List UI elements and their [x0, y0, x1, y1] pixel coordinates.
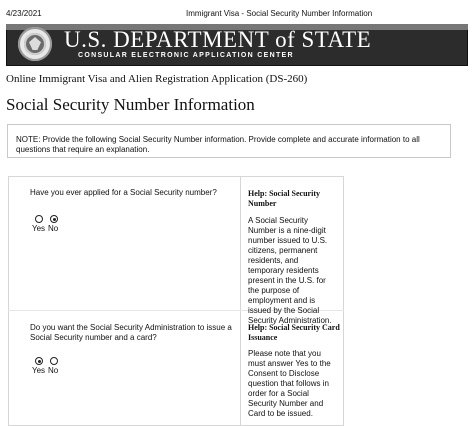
issue-card-yes-label: Yes [32, 366, 46, 375]
help-title-ssn: Help: Social Security Number [248, 189, 320, 208]
question-applied-ssn: Have you ever applied for a Social Secur… [30, 188, 217, 197]
state-department-seal-icon [18, 27, 52, 61]
section-title: Social Security Number Information [6, 95, 255, 114]
applied-ssn-yes-label: Yes [32, 224, 46, 233]
issue-card-yes-radio[interactable] [35, 357, 43, 365]
note-box: NOTE: Provide the following Social Secur… [7, 124, 451, 158]
help-text-ssn: A Social Security Number is a nine-digit… [248, 216, 332, 325]
note-text: NOTE: Provide the following Social Secur… [16, 135, 420, 154]
applied-ssn-no-label: No [48, 224, 59, 233]
applied-ssn-yes-radio[interactable] [35, 215, 43, 223]
help-title-card-issuance: Help: Social Security Card Issuance [248, 323, 340, 342]
help-text-card-issuance: Please note that you must answer Yes to … [248, 349, 331, 418]
question-issue-ssn-card: Do you want the Social Security Administ… [30, 323, 232, 342]
applied-ssn-no-radio[interactable] [50, 215, 58, 223]
department-banner: U.S. DEPARTMENT of STATE CONSULAR ELECTR… [6, 24, 468, 66]
department-subtitle: CONSULAR ELECTRONIC APPLICATION CENTER [78, 52, 294, 59]
issue-card-no-radio[interactable] [50, 357, 58, 365]
print-page-title: Immigrant Visa - Social Security Number … [186, 9, 373, 18]
print-header: 4/23/2021 Immigrant Visa - Social Securi… [0, 0, 474, 20]
application-title: Online Immigrant Visa and Alien Registra… [6, 73, 308, 85]
department-title: U.S. DEPARTMENT of STATE [64, 27, 372, 52]
issue-card-no-label: No [48, 366, 59, 375]
print-date: 4/23/2021 [6, 9, 42, 18]
